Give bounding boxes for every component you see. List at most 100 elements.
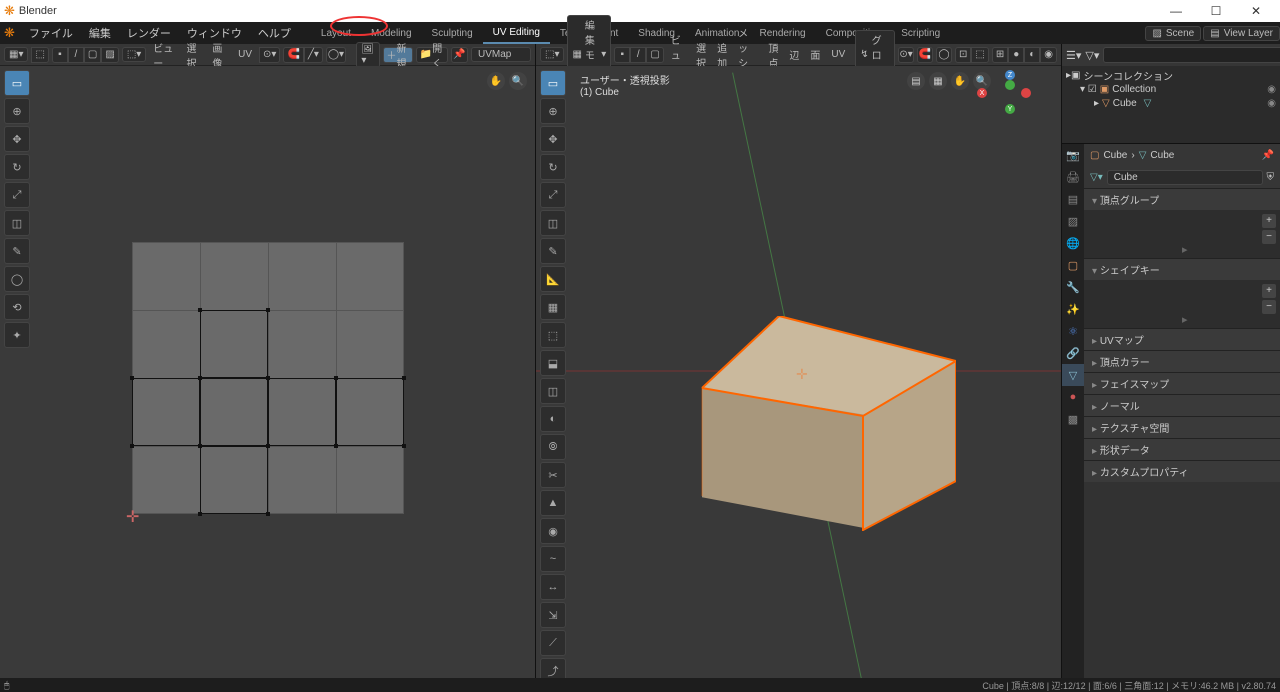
object-name-field[interactable]: Cube xyxy=(1107,170,1263,185)
visibility-toggle[interactable]: ◉ xyxy=(1267,98,1276,109)
prop-tab-material[interactable]: ● xyxy=(1062,386,1084,408)
3d-tool-move[interactable]: ✥ xyxy=(540,126,566,152)
menu-edit[interactable]: 編集 xyxy=(81,25,119,41)
add-shape-key-button[interactable]: + xyxy=(1262,284,1276,298)
workspace-layout[interactable]: Layout xyxy=(311,24,361,43)
cube-object[interactable]: ✛ xyxy=(646,316,956,526)
3d-tool-inset[interactable]: ◫ xyxy=(540,378,566,404)
uv-menu-select[interactable]: 選択 xyxy=(183,40,206,70)
3d-tool-poly-build[interactable]: ▲ xyxy=(540,490,566,516)
axis-gizmo[interactable]: X Y Z xyxy=(991,74,1031,114)
pin-image-button[interactable]: 📌 xyxy=(451,47,468,63)
uv-viewport[interactable]: ▭ ⊕ ✥ ↻ ⤢ ◫ ✎ ◯ ⟲ ✦ ✋ 🔍 ✛ xyxy=(0,66,535,678)
3d-menu-select[interactable]: 選択 xyxy=(692,40,710,70)
minimize-button[interactable]: — xyxy=(1156,4,1196,18)
3d-menu-vertex[interactable]: 頂点 xyxy=(764,40,782,70)
3d-tool-cursor[interactable]: ⊕ xyxy=(540,98,566,124)
uv-tool-measure[interactable]: ◯ xyxy=(4,266,30,292)
view-perspective-toggle[interactable]: ▦ xyxy=(929,72,947,90)
shading-lookdev[interactable]: ◐ xyxy=(1024,47,1040,63)
workspace-scripting[interactable]: Scripting xyxy=(891,24,950,43)
section-header-geometry-data[interactable]: 形状データ xyxy=(1084,439,1280,460)
prop-tab-world[interactable]: 🌐 xyxy=(1062,232,1084,254)
prop-tab-render[interactable]: 📷 xyxy=(1062,144,1084,166)
shading-rendered[interactable]: ◉ xyxy=(1040,47,1057,63)
3d-menu-edge[interactable]: 辺 xyxy=(785,47,803,62)
3d-tool-smooth[interactable]: ~ xyxy=(540,546,566,572)
3d-tool-spin[interactable]: ◉ xyxy=(540,518,566,544)
view-camera-toggle[interactable]: ▤ xyxy=(907,72,925,90)
3d-menu-add[interactable]: 追加 xyxy=(713,40,731,70)
outliner-search[interactable] xyxy=(1103,47,1280,63)
scene-selector[interactable]: ▨Scene xyxy=(1145,26,1201,41)
pin-icon[interactable]: 📌 xyxy=(1262,150,1274,161)
new-image-button[interactable]: ＋ 新規 xyxy=(383,47,413,63)
workspace-uv-editing[interactable]: UV Editing xyxy=(483,23,550,44)
uv-tool-annotate[interactable]: ✎ xyxy=(4,238,30,264)
3d-tool-extrude-normals[interactable]: ⬓ xyxy=(540,350,566,376)
uv-tool-cursor[interactable]: ⊕ xyxy=(4,98,30,124)
3d-tool-rip[interactable]: ⤴ xyxy=(540,658,566,678)
section-header-normals[interactable]: ノーマル xyxy=(1084,395,1280,416)
pan-gizmo[interactable]: ✋ xyxy=(951,72,969,90)
3d-tool-measure[interactable]: 📐 xyxy=(540,266,566,292)
section-header-custom-properties[interactable]: カスタムプロパティ xyxy=(1084,461,1280,482)
remove-shape-key-button[interactable]: − xyxy=(1262,300,1276,314)
uv-tool-scale[interactable]: ⤢ xyxy=(4,182,30,208)
shading-solid[interactable]: ● xyxy=(1008,47,1024,63)
uv-proportional[interactable]: ◯▾ xyxy=(326,47,346,63)
3d-tool-add-cube[interactable]: ▦ xyxy=(540,294,566,320)
3d-tool-shrink[interactable]: ⇲ xyxy=(540,602,566,628)
outliner-tree[interactable]: ▸▣シーンコレクション ▾ ☑▣Collection◉ ▸▽Cube▽◉ xyxy=(1062,66,1280,143)
shading-wireframe[interactable]: ⊞ xyxy=(992,47,1008,63)
app-icon[interactable]: ❋ xyxy=(4,25,15,41)
uv-select-face[interactable]: ▢ xyxy=(84,47,101,63)
3d-menu-face[interactable]: 面 xyxy=(806,47,824,62)
section-header-uv-maps[interactable]: UVマップ xyxy=(1084,329,1280,350)
uv-select-vertex[interactable]: ▪ xyxy=(52,47,68,63)
editor-type-selector[interactable]: ▦▾ xyxy=(4,47,28,62)
3d-tool-rotate[interactable]: ↻ xyxy=(540,154,566,180)
3d-tool-shear[interactable]: ⟋ xyxy=(540,630,566,656)
uv-zoom-gizmo[interactable]: 🔍 xyxy=(509,72,527,90)
uv-pivot[interactable]: ⊙▾ xyxy=(259,47,280,63)
3d-tool-annotate[interactable]: ✎ xyxy=(540,238,566,264)
3d-tool-bevel[interactable]: ◐ xyxy=(540,406,566,432)
3d-tool-select-box[interactable]: ▭ xyxy=(540,70,566,96)
uv-menu-uv[interactable]: UV xyxy=(234,49,256,60)
outliner-collection[interactable]: ▾ ☑▣Collection◉ xyxy=(1066,82,1276,96)
uv-tool-rotate[interactable]: ↻ xyxy=(4,154,30,180)
outliner-filter-icon[interactable]: ▽▾ xyxy=(1085,49,1099,62)
proportional-toggle[interactable]: ◯ xyxy=(936,47,952,63)
prop-tab-output[interactable]: 🖨 xyxy=(1062,166,1084,188)
workspace-sculpting[interactable]: Sculpting xyxy=(422,24,483,43)
uv-select-island[interactable]: ▨ xyxy=(101,47,118,63)
add-vertex-group-button[interactable]: + xyxy=(1262,214,1276,228)
workspace-modeling[interactable]: Modeling xyxy=(361,24,422,43)
xray-toggle[interactable]: ⬚ xyxy=(971,47,988,63)
visibility-toggle[interactable]: ◉ xyxy=(1267,84,1276,95)
uv-tool-move[interactable]: ✥ xyxy=(4,126,30,152)
uv-menu-image[interactable]: 画像 xyxy=(208,40,231,70)
uv-snap-toggle[interactable]: 🧲 xyxy=(283,47,303,63)
menu-file[interactable]: ファイル xyxy=(21,25,81,41)
snap-toggle[interactable]: 🧲 xyxy=(917,47,933,63)
3d-tool-edge-slide[interactable]: ↔ xyxy=(540,574,566,600)
section-header-vertex-groups[interactable]: 頂点グループ xyxy=(1084,189,1280,210)
overlay-toggle[interactable]: ⊡ xyxy=(955,47,971,63)
3d-viewport[interactable]: ユーザー・透視投影 (1) Cube ▭ ⊕ ✥ ↻ ⤢ ◫ ✎ 📐 ▦ ⬚ ⬓… xyxy=(536,66,1061,678)
section-header-texture-space[interactable]: テクスチャ空間 xyxy=(1084,417,1280,438)
image-selector[interactable]: 🖼▾ xyxy=(356,42,379,68)
3d-menu-uv[interactable]: UV xyxy=(827,49,849,60)
prop-tab-physics[interactable]: ⚛ xyxy=(1062,320,1084,342)
3d-tool-extrude[interactable]: ⬚ xyxy=(540,322,566,348)
uv-tool-grab[interactable]: ⟲ xyxy=(4,294,30,320)
3d-tool-knife[interactable]: ✂ xyxy=(540,462,566,488)
outliner-display-mode[interactable]: ☰▾ xyxy=(1066,49,1081,62)
viewlayer-selector[interactable]: ▤View Layer xyxy=(1203,26,1280,41)
prop-tab-viewlayer[interactable]: ▤ xyxy=(1062,188,1084,210)
uv-pan-gizmo[interactable]: ✋ xyxy=(487,72,505,90)
3d-tool-loop-cut[interactable]: ⦾ xyxy=(540,434,566,460)
editor-type-selector-3d[interactable]: ⬚▾ xyxy=(540,47,564,62)
prop-tab-mesh-data[interactable]: ▽ xyxy=(1062,364,1084,386)
